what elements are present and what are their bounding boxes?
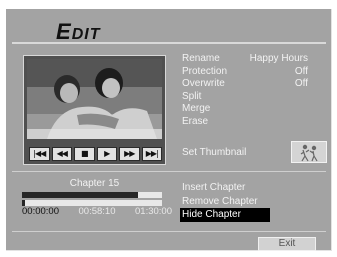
skip-forward-button[interactable]: ▶▶|: [141, 147, 162, 161]
exit-button[interactable]: Exit: [258, 237, 316, 251]
menu-item-value: Off: [294, 78, 308, 89]
fast-forward-button[interactable]: ▶▶: [119, 147, 140, 161]
section-divider: [12, 171, 326, 172]
chapter-progress-fill: [22, 192, 139, 198]
hide-chapter-item[interactable]: Hide Chapter: [180, 208, 270, 222]
current-time: 00:00:00: [22, 206, 59, 217]
stop-button[interactable]: ■: [74, 147, 95, 161]
chapter-title: Chapter 15: [69, 178, 120, 189]
playback-controls: |◀◀ ◀◀ ■ ▶ ▶▶ ▶▶|: [29, 147, 162, 161]
title-rest: DIT: [71, 26, 101, 43]
time-readouts: 00:00:00 00:58:10 01:30:00: [22, 206, 172, 217]
rewind-button[interactable]: ◀◀: [51, 147, 72, 161]
insert-chapter-item[interactable]: Insert Chapter: [182, 181, 322, 195]
play-button[interactable]: ▶: [96, 147, 117, 161]
menu-item-label: Merge: [182, 103, 211, 114]
menu-item-label: Set Thumbnail: [182, 147, 247, 158]
menu-item-set-thumbnail[interactable]: Set Thumbnail: [182, 141, 327, 163]
menu-item-erase[interactable]: Erase: [182, 116, 317, 129]
menu-item-overwrite[interactable]: Overwrite Off: [182, 78, 317, 91]
menu-item-label: Overwrite: [182, 78, 225, 89]
menu-item-label: Erase: [182, 115, 209, 127]
chapter-progress-bar: [22, 192, 162, 198]
chapter-menu: Insert Chapter Remove Chapter Hide Chapt…: [180, 181, 322, 222]
couple-photo-image: [27, 59, 162, 139]
chapter-time: 00:58:10: [78, 206, 116, 217]
menu-item-value: Off: [294, 65, 308, 77]
menu-item-merge[interactable]: Merge: [182, 103, 317, 116]
video-preview-image: [27, 59, 162, 139]
title-initial: E: [56, 19, 72, 44]
footer-divider: [12, 231, 326, 232]
menu-item-protection[interactable]: Protection Off: [182, 66, 317, 79]
menu-item-value: Happy Hours: [249, 53, 308, 64]
menu-item-label: Split: [182, 90, 202, 102]
skip-back-button[interactable]: |◀◀: [29, 147, 50, 161]
video-preview-panel: |◀◀ ◀◀ ■ ▶ ▶▶ ▶▶|: [23, 55, 166, 165]
thumbnail-icon: [291, 141, 327, 163]
menu-item-label: Protection: [182, 65, 228, 77]
edit-menu: Rename Happy Hours Protection Off Overwr…: [182, 53, 327, 163]
menu-item-label: Rename: [182, 53, 220, 64]
edit-screen: EDIT |◀◀ ◀◀ ■ ▶ ▶▶ ▶▶| Rename Happy Hour…: [6, 9, 332, 251]
total-time: 01:30:00: [135, 206, 172, 217]
remove-chapter-item[interactable]: Remove Chapter: [182, 195, 322, 209]
menu-item-split[interactable]: Split: [182, 91, 317, 104]
title-underline: [12, 42, 326, 44]
menu-item-rename[interactable]: Rename Happy Hours: [182, 53, 317, 66]
chapter-progress: Chapter 15 00:00:00 00:58:10 01:30:00: [22, 178, 172, 226]
